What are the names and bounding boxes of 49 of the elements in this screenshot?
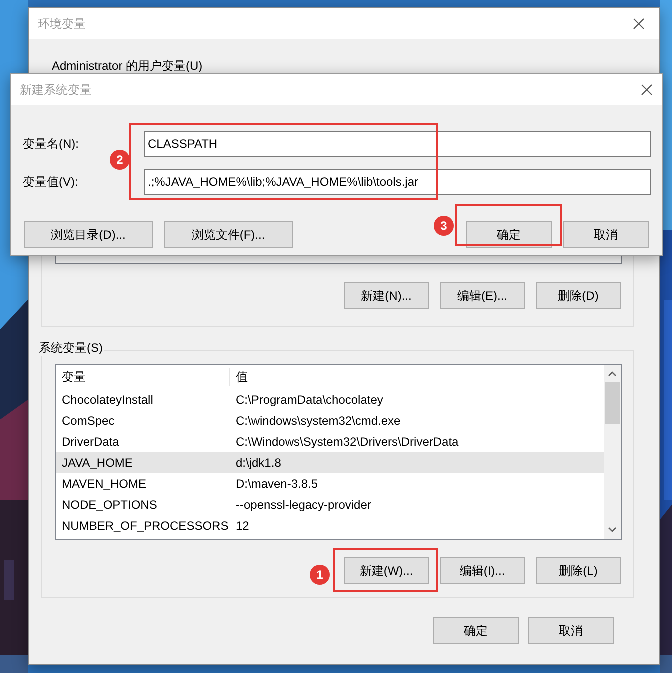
table-cell-text: ChocolateyInstall bbox=[61, 392, 154, 408]
button[interactable]: 新建(W)... bbox=[344, 557, 429, 584]
scroll-down-icon[interactable] bbox=[608, 527, 617, 533]
table-row[interactable]: ChocolateyInstall C:\ProgramData\chocolatey bbox=[56, 389, 604, 410]
table-cell-text: NODE_OPTIONS bbox=[61, 496, 158, 514]
column-header[interactable]: 值 bbox=[230, 368, 248, 386]
column-header[interactable]: 变量 bbox=[56, 368, 230, 386]
close-icon[interactable] bbox=[641, 84, 653, 96]
button[interactable]: 删除(D) bbox=[536, 282, 621, 309]
button[interactable]: 新建(N)... bbox=[344, 282, 429, 309]
scrollbar[interactable] bbox=[604, 365, 621, 539]
table-cell-text: MAVEN_HOME bbox=[61, 476, 148, 492]
input-field[interactable]: .;%JAVA_HOME%\lib;%JAVA_HOME%\lib\tools.jar bbox=[144, 169, 651, 195]
window-title: 环境变量 bbox=[38, 16, 86, 32]
group-label: Administrator 的用户变量(U) bbox=[51, 58, 204, 74]
button[interactable]: 取消 bbox=[563, 221, 649, 248]
dialog-title: 新建系统变量 bbox=[20, 82, 92, 98]
button[interactable]: 取消 bbox=[528, 617, 614, 644]
table-row[interactable]: NUMBER_OF_PROCESSORS 12 bbox=[56, 515, 604, 536]
scrollbar-thumb[interactable] bbox=[605, 382, 620, 424]
button[interactable]: 确定 bbox=[466, 221, 552, 248]
close-icon[interactable] bbox=[633, 18, 645, 30]
table-cell-text: --openssl-legacy-provider bbox=[235, 496, 372, 514]
field-label: 变量值(V): bbox=[23, 174, 80, 191]
table-cell-text: C:\windows\system32\cmd.exe bbox=[235, 412, 401, 430]
table-row[interactable]: MAVEN_HOME D:\maven-3.8.5 bbox=[56, 473, 604, 494]
scroll-up-icon[interactable] bbox=[608, 371, 617, 377]
table-cell-text: D:\maven-3.8.5 bbox=[235, 476, 318, 492]
group-label: 系统变量(S) bbox=[38, 340, 104, 356]
input-field[interactable]: CLASSPATH bbox=[144, 131, 651, 157]
table-cell-text: DriverData bbox=[61, 434, 120, 450]
button[interactable]: 浏览文件(F)... bbox=[164, 221, 293, 248]
table-cell-text: C:\ProgramData\chocolatey bbox=[235, 392, 384, 408]
table-row[interactable]: JAVA_HOME d:\jdk1.8 bbox=[56, 452, 604, 473]
table-row[interactable]: NODE_OPTIONS --openssl-legacy-provider bbox=[56, 494, 604, 515]
table-cell-text: NUMBER_OF_PROCESSORS bbox=[61, 518, 230, 534]
button[interactable]: 删除(L) bbox=[536, 557, 621, 584]
table-cell-text: ComSpec bbox=[61, 412, 116, 430]
table-cell-text: d:\jdk1.8 bbox=[235, 454, 282, 472]
button[interactable]: 浏览目录(D)... bbox=[24, 221, 153, 248]
button[interactable]: 编辑(I)... bbox=[440, 557, 525, 584]
field-label: 变量名(N): bbox=[23, 136, 80, 153]
table-cell-text: C:\Windows\System32\Drivers\DriverData bbox=[235, 434, 459, 450]
table-row[interactable]: DriverData C:\Windows\System32\Drivers\DriverData bbox=[56, 431, 604, 452]
table-cell-text: 12 bbox=[235, 518, 250, 534]
button[interactable]: 编辑(E)... bbox=[440, 282, 525, 309]
button[interactable]: 确定 bbox=[433, 617, 519, 644]
table-row[interactable]: ComSpec C:\windows\system32\cmd.exe bbox=[56, 410, 604, 431]
table-cell-text: JAVA_HOME bbox=[61, 454, 134, 472]
